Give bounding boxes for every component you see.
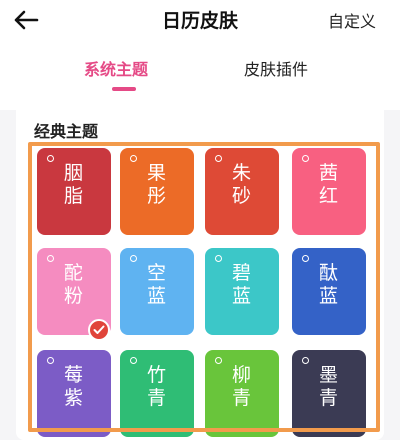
- theme-name-line1: 胭: [63, 162, 84, 184]
- top-bar: 日历皮肤 自定义 系统主题 皮肤插件: [0, 0, 400, 110]
- theme-name-line1: 酡: [63, 262, 84, 284]
- tile-dot-icon: [215, 255, 222, 262]
- theme-name: 茜红: [292, 162, 366, 208]
- theme-name: 柳青: [205, 364, 279, 410]
- theme-name: 酞蓝: [292, 262, 366, 308]
- selected-badge: [88, 319, 110, 341]
- theme-name: 碧蓝: [205, 262, 279, 308]
- theme-name: 朱砂: [205, 162, 279, 208]
- tile-dot-icon: [130, 255, 137, 262]
- tile-dot-icon: [302, 155, 309, 162]
- theme-name-line1: 碧: [231, 262, 252, 284]
- theme-tile[interactable]: 碧蓝: [205, 248, 279, 335]
- theme-tile[interactable]: 空蓝: [120, 248, 194, 335]
- theme-name: 果彤: [120, 162, 194, 208]
- theme-name-line2: 青: [231, 387, 252, 409]
- theme-name-line1: 竹: [146, 364, 167, 386]
- theme-name-line2: 蓝: [231, 285, 252, 307]
- theme-name-line2: 紫: [63, 387, 84, 409]
- theme-name-line2: 脂: [63, 185, 84, 207]
- tile-dot-icon: [47, 255, 54, 262]
- custom-button[interactable]: 自定义: [328, 8, 376, 32]
- theme-name-line2: 青: [146, 387, 167, 409]
- checkmark-icon: [93, 325, 105, 334]
- theme-name: 空蓝: [120, 262, 194, 308]
- theme-name-line2: 蓝: [318, 285, 339, 307]
- theme-name-line2: 砂: [231, 185, 252, 207]
- tile-dot-icon: [302, 357, 309, 364]
- tile-dot-icon: [130, 155, 137, 162]
- theme-name: 酡粉: [37, 262, 111, 308]
- theme-tile[interactable]: 胭脂: [37, 148, 111, 235]
- theme-name: 莓紫: [37, 364, 111, 410]
- section-title: 经典主题: [34, 122, 99, 141]
- theme-tile[interactable]: 莓紫: [37, 350, 111, 437]
- theme-tile[interactable]: 墨青: [292, 350, 366, 437]
- theme-name-line1: 柳: [231, 364, 252, 386]
- tile-dot-icon: [302, 255, 309, 262]
- theme-tile[interactable]: 朱砂: [205, 148, 279, 235]
- tile-dot-icon: [47, 357, 54, 364]
- tile-dot-icon: [215, 357, 222, 364]
- theme-name-line1: 果: [146, 162, 167, 184]
- theme-tile[interactable]: 果彤: [120, 148, 194, 235]
- theme-name-line2: 粉: [63, 285, 84, 307]
- theme-name: 胭脂: [37, 162, 111, 208]
- theme-name-line2: 蓝: [146, 285, 167, 307]
- theme-name-line1: 莓: [63, 364, 84, 386]
- tab-system-themes[interactable]: 系统主题: [84, 56, 148, 80]
- tile-dot-icon: [215, 155, 222, 162]
- theme-tile[interactable]: 柳青: [205, 350, 279, 437]
- theme-name-line1: 茜: [318, 162, 339, 184]
- theme-tile[interactable]: 酞蓝: [292, 248, 366, 335]
- active-tab-indicator: [112, 87, 136, 91]
- theme-tile[interactable]: 茜红: [292, 148, 366, 235]
- theme-name: 竹青: [120, 364, 194, 410]
- theme-name: 墨青: [292, 364, 366, 410]
- theme-name-line1: 墨: [318, 364, 339, 386]
- theme-name-line1: 酞: [318, 262, 339, 284]
- theme-name-line1: 朱: [231, 162, 252, 184]
- tile-dot-icon: [47, 155, 54, 162]
- theme-name-line2: 青: [318, 387, 339, 409]
- theme-name-line2: 红: [318, 185, 339, 207]
- theme-tile[interactable]: 竹青: [120, 350, 194, 437]
- theme-name-line1: 空: [146, 262, 167, 284]
- tile-dot-icon: [130, 357, 137, 364]
- tab-skin-plugins[interactable]: 皮肤插件: [244, 56, 308, 80]
- theme-name-line2: 彤: [146, 185, 167, 207]
